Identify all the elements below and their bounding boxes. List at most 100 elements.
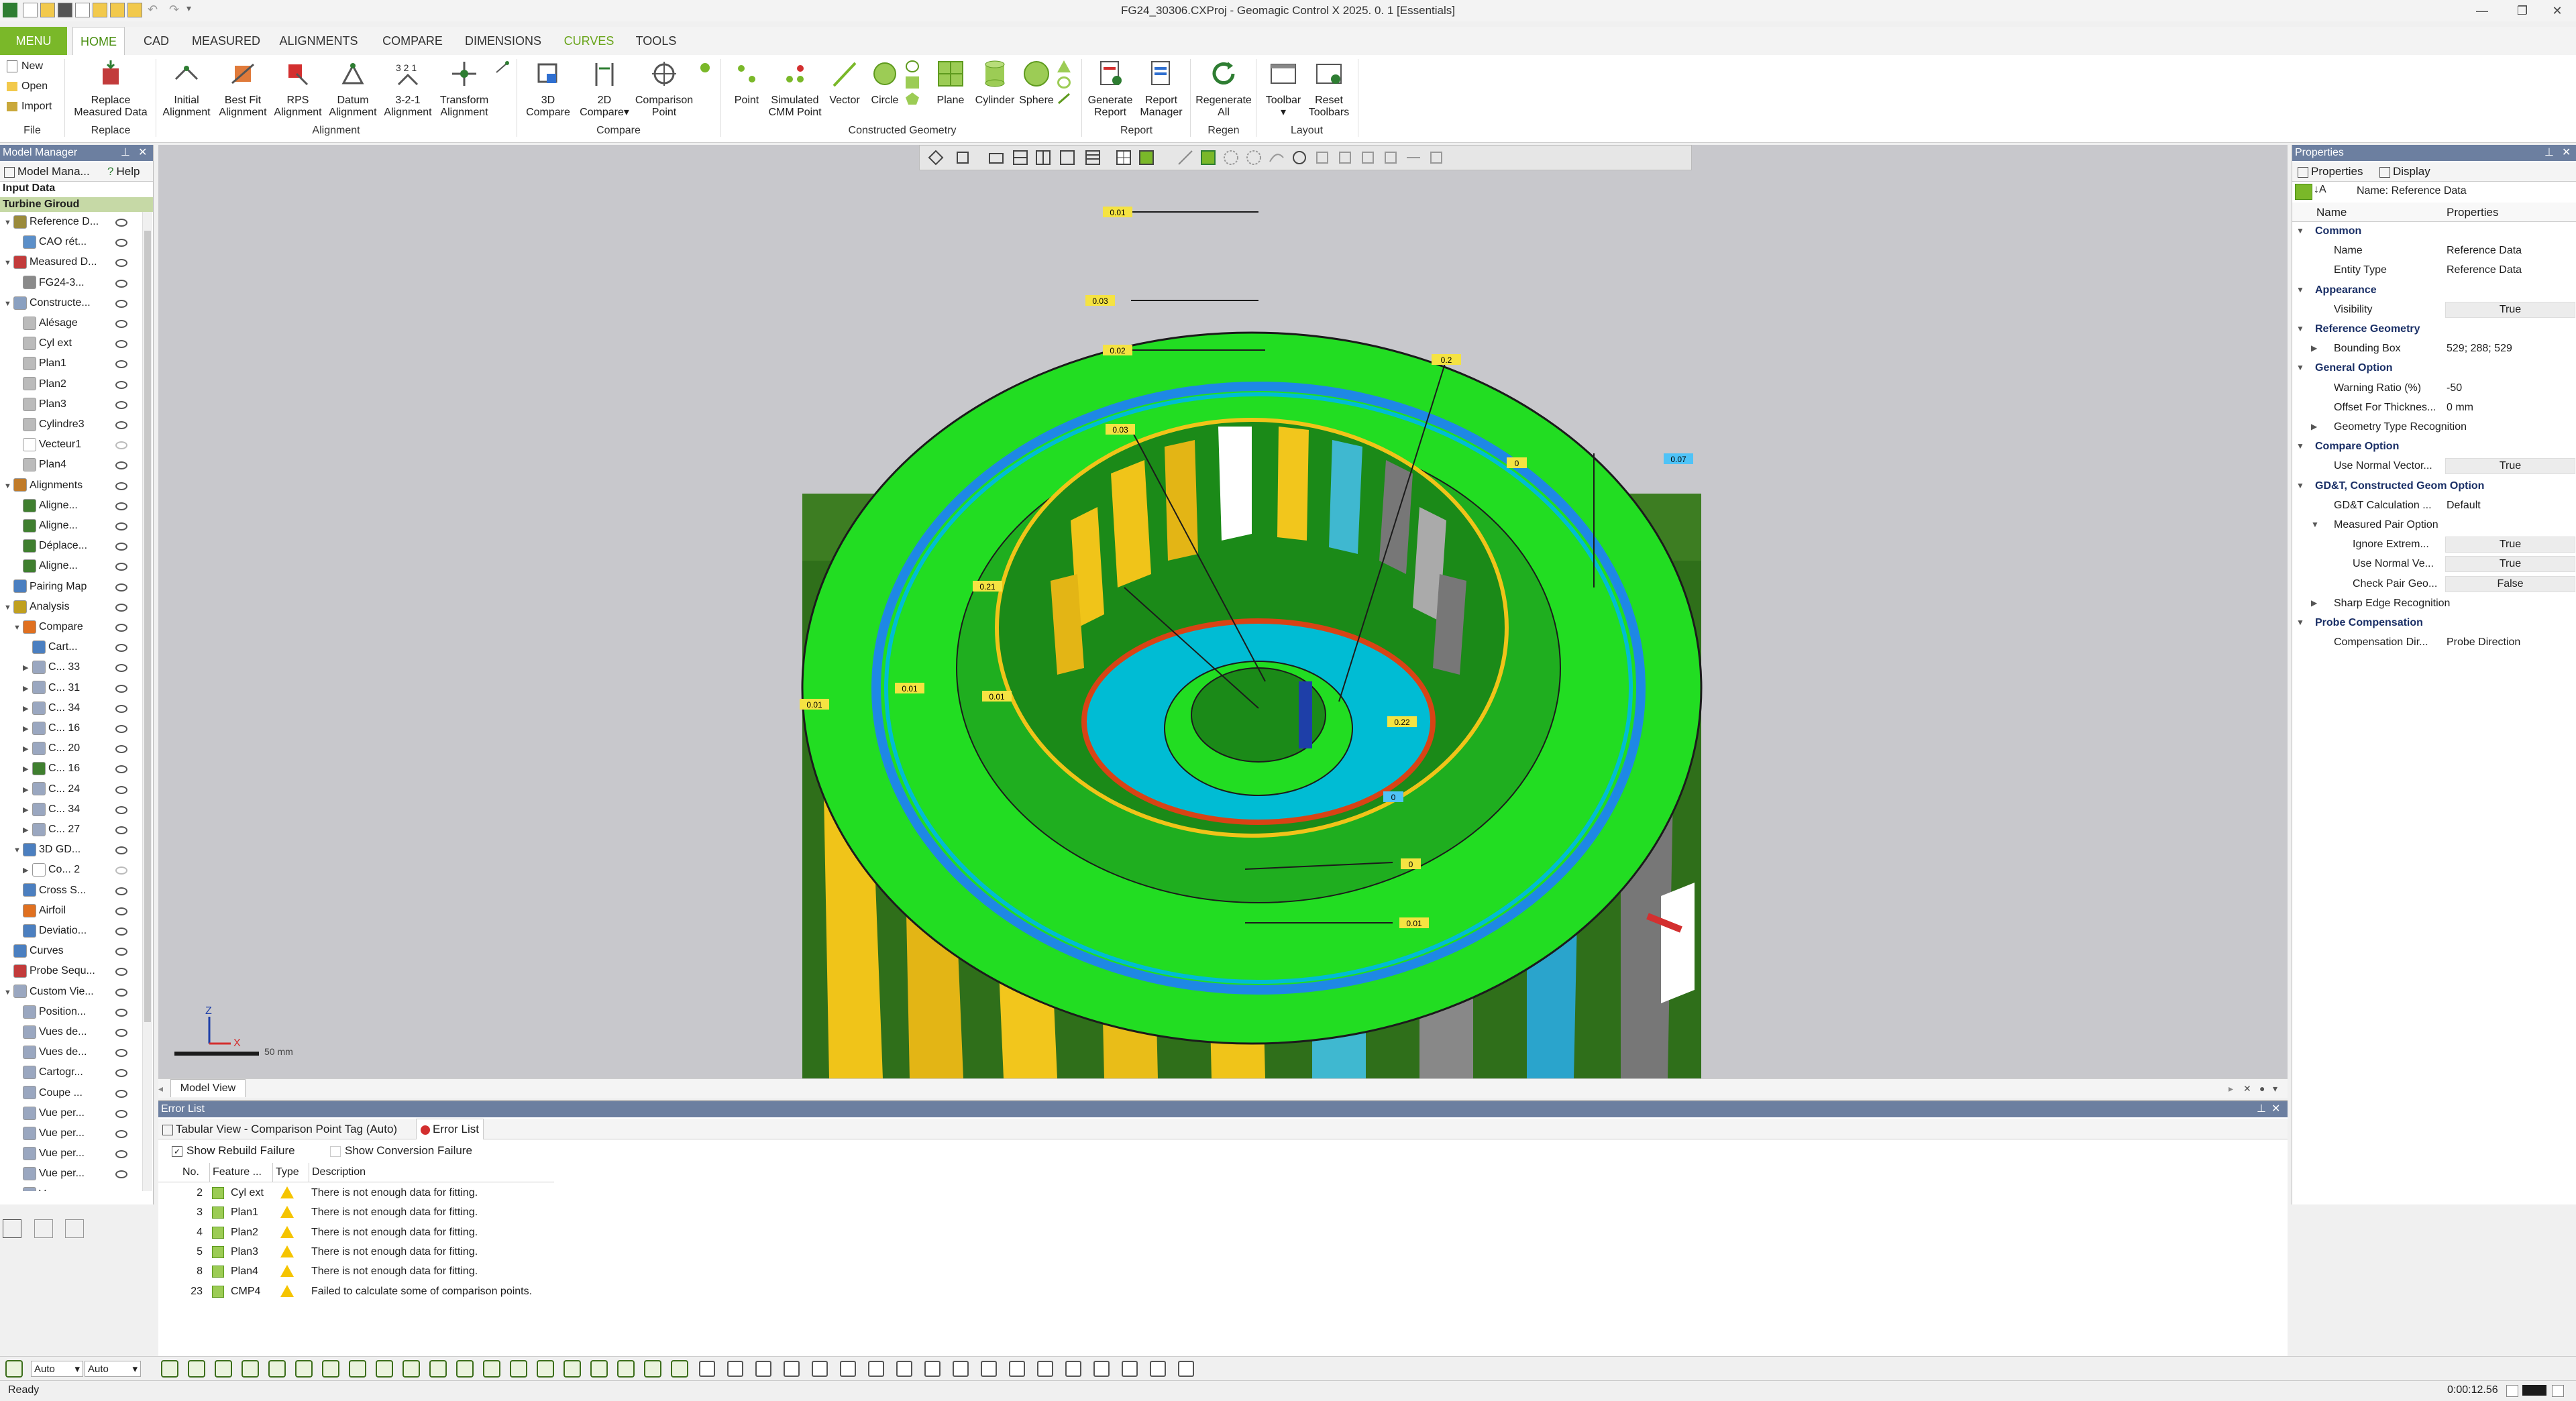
tree-tool-3-icon[interactable] bbox=[65, 1219, 84, 1238]
visibility-eye-icon[interactable] bbox=[115, 1170, 127, 1178]
expand-arrow-icon[interactable]: ▶ bbox=[23, 759, 32, 779]
property-row[interactable]: Entity TypeReference Data bbox=[2292, 260, 2576, 280]
visibility-eye-icon[interactable] bbox=[115, 1130, 127, 1138]
expand-arrow-icon[interactable]: ▶ bbox=[2311, 594, 2317, 613]
expand-arrow-icon[interactable]: ▶ bbox=[23, 679, 32, 699]
tab-display[interactable]: Display bbox=[2379, 165, 2430, 178]
initial-alignment-button[interactable]: InitialAlignment bbox=[158, 59, 215, 119]
transform-alignment-button[interactable]: TransformAlignment bbox=[435, 59, 494, 119]
filter-polyline-icon[interactable] bbox=[537, 1360, 554, 1378]
error-row[interactable]: 5Plan3There is not enough data for fitti… bbox=[158, 1242, 561, 1262]
filter-axis-icon[interactable] bbox=[456, 1360, 474, 1378]
visibility-eye-icon[interactable] bbox=[115, 1049, 127, 1057]
tree-item[interactable]: Airfoil bbox=[0, 901, 142, 921]
collapse-arrow-icon[interactable]: ▼ bbox=[4, 213, 13, 233]
visibility-eye-icon[interactable] bbox=[115, 239, 127, 247]
expand-arrow-icon[interactable]: ▶ bbox=[23, 739, 32, 759]
tree-item[interactable]: Déplace... bbox=[0, 536, 142, 556]
visibility-eye-icon[interactable] bbox=[115, 664, 127, 672]
property-row[interactable]: VisibilityTrue bbox=[2292, 300, 2576, 319]
view-tab-menu-icon[interactable]: ▾ bbox=[2273, 1083, 2277, 1095]
tab-tabular-view[interactable]: Tabular View - Comparison Point Tag (Aut… bbox=[162, 1123, 397, 1136]
tab-dimensions[interactable]: DIMENSIONS bbox=[460, 27, 546, 55]
collapse-arrow-icon[interactable]: ▼ bbox=[2296, 613, 2304, 632]
collapse-arrow-icon[interactable]: ▼ bbox=[4, 253, 13, 273]
tree-item[interactable]: Cross S... bbox=[0, 881, 142, 901]
property-category[interactable]: ▼Probe Compensation bbox=[2292, 613, 2576, 632]
visibility-eye-icon[interactable] bbox=[115, 280, 127, 288]
visibility-eye-icon[interactable] bbox=[115, 989, 127, 997]
show-conversion-failure-checkbox[interactable]: Show Conversion Failure bbox=[330, 1144, 472, 1158]
tree-item[interactable]: ▶C... 24 bbox=[0, 779, 142, 799]
visibility-eye-icon[interactable] bbox=[115, 1110, 127, 1118]
sort-alpha-icon[interactable]: ↓A bbox=[2314, 184, 2326, 196]
visibility-eye-icon[interactable] bbox=[115, 826, 127, 834]
panel-close-icon[interactable]: ✕ bbox=[2271, 1101, 2280, 1117]
visibility-eye-icon[interactable] bbox=[115, 887, 127, 895]
visibility-eye-icon[interactable] bbox=[115, 522, 127, 530]
sphere-button[interactable]: Sphere bbox=[1014, 59, 1059, 107]
report-manager-button[interactable]: ReportManager bbox=[1135, 59, 1187, 119]
view-tab-close-icon[interactable]: ✕ bbox=[2243, 1083, 2251, 1095]
filter-torus-icon[interactable] bbox=[402, 1360, 420, 1378]
property-category[interactable]: ▼Common bbox=[2292, 221, 2576, 241]
property-value[interactable]: True bbox=[2445, 302, 2575, 318]
tree-item[interactable]: ▶C... 16 bbox=[0, 718, 142, 738]
visibility-eye-icon[interactable] bbox=[115, 968, 127, 976]
sort-category-icon[interactable] bbox=[2295, 184, 2312, 200]
property-value[interactable]: Probe Direction bbox=[2447, 632, 2520, 652]
collapse-arrow-icon[interactable]: ▼ bbox=[4, 476, 13, 496]
tree-item[interactable]: Plan3 bbox=[0, 394, 142, 414]
section-icon[interactable] bbox=[1065, 1361, 1081, 1377]
visibility-eye-icon[interactable] bbox=[115, 360, 127, 368]
comparison-point-button[interactable]: ComparisonPoint bbox=[632, 59, 696, 119]
plane-button[interactable]: Plane bbox=[928, 59, 973, 107]
filter-point-icon[interactable] bbox=[161, 1360, 178, 1378]
property-value[interactable]: Reference Data bbox=[2447, 241, 2522, 260]
property-value[interactable]: Default bbox=[2447, 496, 2481, 515]
filter-gdt-icon[interactable] bbox=[671, 1360, 688, 1378]
tab-alignments[interactable]: ALIGNMENTS bbox=[275, 27, 362, 55]
property-category[interactable]: ▼GD&T, Constructed Geom Option bbox=[2292, 476, 2576, 496]
view-box-icon[interactable] bbox=[727, 1361, 743, 1377]
visibility-eye-icon[interactable] bbox=[115, 421, 127, 429]
tree-item[interactable]: Vues de... bbox=[0, 1022, 142, 1042]
pin-icon[interactable]: ⊥ bbox=[121, 145, 130, 161]
visibility-eye-icon[interactable] bbox=[115, 928, 127, 936]
panel-close-icon[interactable]: ✕ bbox=[2562, 145, 2571, 161]
filter-datum-icon[interactable] bbox=[483, 1360, 500, 1378]
property-row[interactable]: Compensation Dir...Probe Direction bbox=[2292, 632, 2576, 652]
visibility-eye-icon[interactable] bbox=[115, 624, 127, 632]
more-icon[interactable] bbox=[1178, 1361, 1194, 1377]
property-row[interactable]: ▼Measured Pair Option bbox=[2292, 515, 2576, 535]
cylinder-button[interactable]: Cylinder bbox=[971, 59, 1018, 107]
visibility-eye-icon[interactable] bbox=[115, 381, 127, 389]
new-button[interactable]: New bbox=[7, 60, 43, 72]
visibility-eye-icon[interactable] bbox=[115, 543, 127, 551]
tab-error-list[interactable]: Error List bbox=[416, 1119, 484, 1139]
filter-ellipse-icon[interactable] bbox=[376, 1360, 393, 1378]
filter-curve-icon[interactable] bbox=[510, 1360, 527, 1378]
measure-radius-icon[interactable] bbox=[981, 1361, 997, 1377]
expand-arrow-icon[interactable]: ▶ bbox=[23, 699, 32, 719]
property-category[interactable]: ▼Appearance bbox=[2292, 280, 2576, 300]
property-category[interactable]: ▼General Option bbox=[2292, 358, 2576, 378]
view-tab-left-icon[interactable]: ◂ bbox=[158, 1083, 163, 1095]
property-row[interactable]: GD&T Calculation ...Default bbox=[2292, 496, 2576, 515]
property-category[interactable]: ▼Compare Option bbox=[2292, 437, 2576, 456]
collapse-arrow-icon[interactable]: ▼ bbox=[2296, 476, 2304, 496]
property-value[interactable]: True bbox=[2445, 537, 2575, 553]
clip-icon[interactable] bbox=[1037, 1361, 1053, 1377]
visibility-eye-icon[interactable] bbox=[115, 948, 127, 956]
collapse-arrow-icon[interactable]: ▼ bbox=[4, 983, 13, 1003]
tab-model-view[interactable]: Model View bbox=[170, 1079, 246, 1097]
collapse-arrow-icon[interactable]: ▼ bbox=[2296, 319, 2304, 339]
model-view-viewport[interactable]: 0.01 0.03 0.02 0.2 0.03 0 0.07 0.21 0.01… bbox=[158, 145, 2288, 1078]
minimize-button[interactable]: — bbox=[2469, 1, 2496, 20]
visibility-eye-icon[interactable] bbox=[115, 219, 127, 227]
expand-arrow-icon[interactable]: ▶ bbox=[23, 800, 32, 820]
tree-item[interactable]: Vecteur1 bbox=[0, 435, 142, 455]
vector-button[interactable]: Vector bbox=[822, 59, 867, 107]
collapse-arrow-icon[interactable]: ▼ bbox=[2296, 437, 2304, 456]
tree-item[interactable]: Deviatio... bbox=[0, 921, 142, 941]
